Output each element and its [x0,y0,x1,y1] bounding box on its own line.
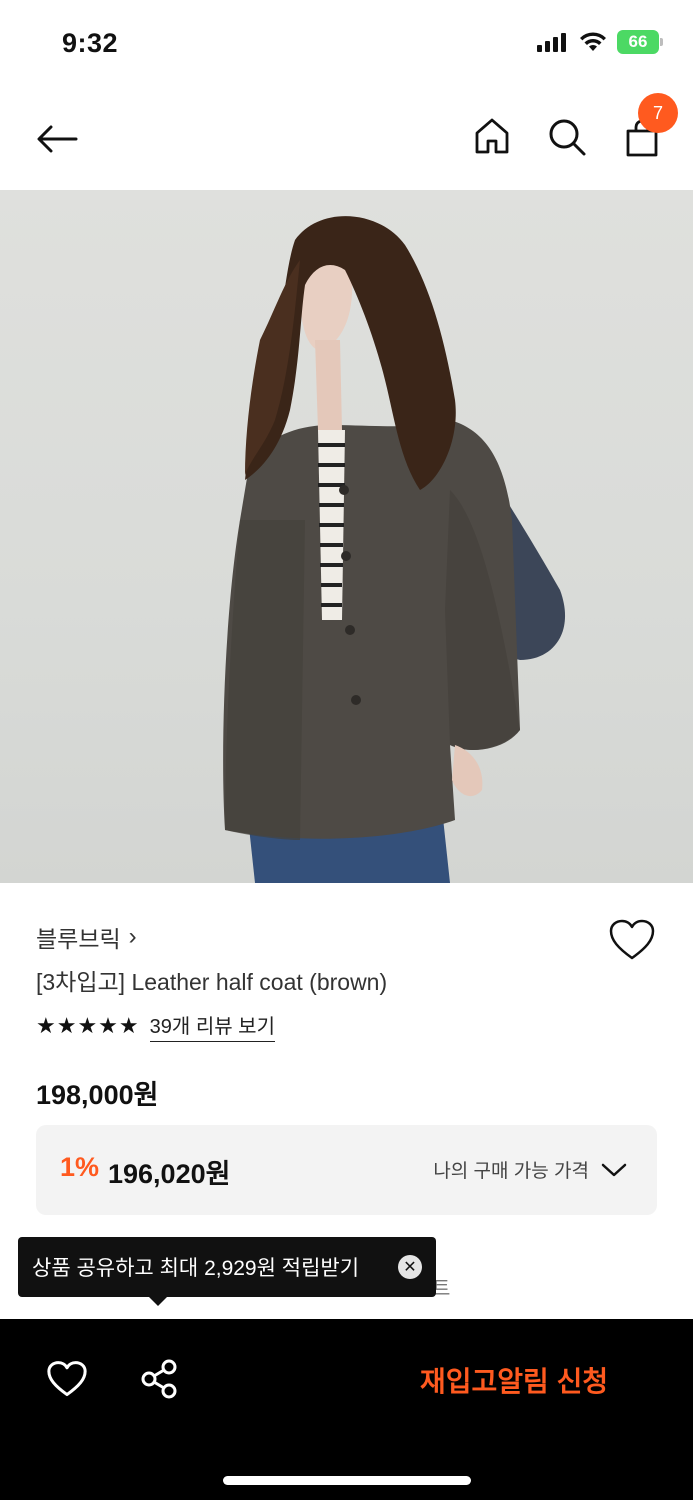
wishlist-button[interactable] [608,918,656,967]
search-button[interactable] [544,114,590,160]
home-button[interactable] [470,114,514,158]
status-icons: 66 [537,30,663,54]
close-icon: ✕ [403,1259,417,1276]
cart-count-badge: 7 [638,93,678,133]
home-indicator [223,1476,471,1485]
tooltip-pointer [148,1296,168,1306]
battery-indicator: 66 [617,30,663,54]
chevron-down-icon [601,1163,627,1176]
top-navigation [0,90,693,190]
my-price-box[interactable]: 1% 196,020원 나의 구매 가능 가격 [36,1125,657,1215]
rating-stars: ★★★★★ [36,1013,140,1038]
heart-icon [47,1361,87,1397]
heart-outline-icon [609,919,655,960]
tooltip-close-button[interactable]: ✕ [398,1255,422,1279]
share-reward-tooltip: 상품 공유하고 최대 2,929원 적립받기 ✕ [18,1237,436,1297]
arrow-left-icon [37,125,78,153]
brand-link[interactable]: 블루브릭 › [36,920,137,954]
product-title: [3차입고] Leather half coat (brown) [36,969,388,995]
wifi-icon [580,32,606,51]
share-button[interactable] [138,1358,180,1405]
bottom-action-bar [0,1319,693,1500]
model-photo [223,216,566,883]
tooltip-text: 상품 공유하고 최대 2,929원 적립받기 [32,1257,360,1280]
bottom-wish-button[interactable] [46,1360,88,1403]
status-time: 9:32 [62,28,119,58]
cellular-signal-icon [537,33,566,52]
rating-row: ★★★★★ 39개 리뷰 보기 [36,1010,275,1042]
chevron-right-icon: › [128,923,137,950]
battery-level: 66 [628,32,648,51]
review-link[interactable]: 39개 리뷰 보기 [149,1010,275,1042]
brand-name: 블루브릭 [36,926,121,952]
search-icon [549,119,586,156]
discount-price: 196,020원 [108,1159,231,1189]
discount-percent: 1% [60,1152,100,1182]
my-price-label: 나의 구매 가능 가격 [433,1161,589,1182]
back-button[interactable] [34,116,80,162]
product-image[interactable] [0,190,693,883]
share-icon [141,1359,177,1399]
home-icon [475,118,509,154]
product-price: 198,000원 [36,1080,159,1110]
my-price-toggle[interactable]: 나의 구매 가능 가격 [433,1156,627,1183]
restock-alert-button[interactable]: 재입고알림 신청 [420,1360,608,1400]
